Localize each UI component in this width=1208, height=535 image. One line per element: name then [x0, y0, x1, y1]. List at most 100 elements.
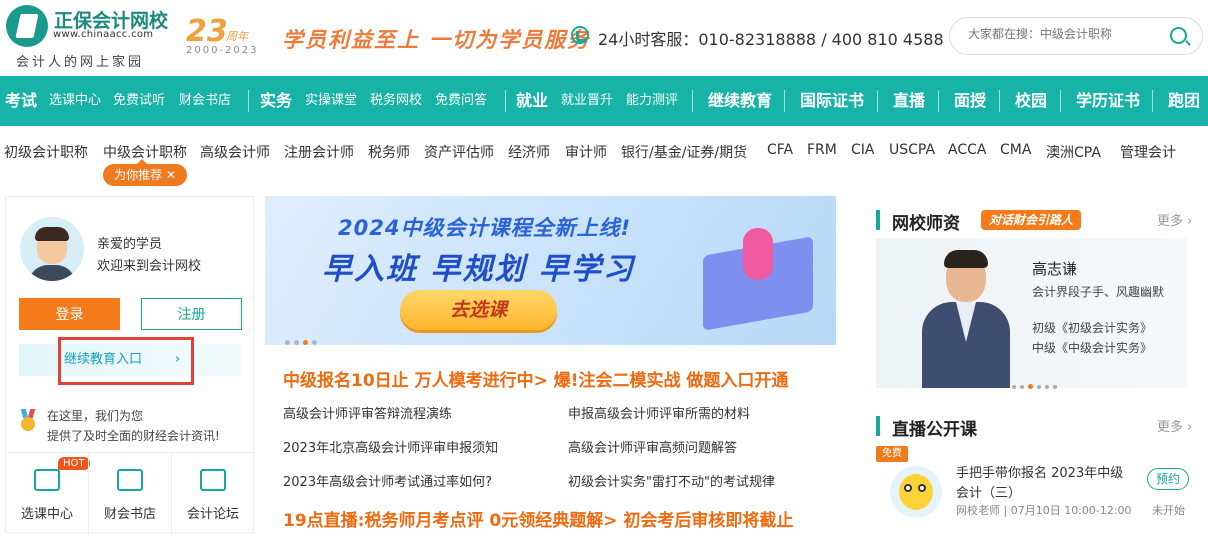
chat-icon [200, 469, 226, 491]
nav-item[interactable]: 学历证书 [1076, 76, 1140, 126]
nav-item[interactable]: 跑团 [1168, 76, 1200, 126]
recommend-tag[interactable]: 为你推荐 ✕ [103, 159, 187, 186]
search-box[interactable] [949, 17, 1203, 55]
nav-item[interactable]: 校园 [1015, 76, 1047, 126]
choose-course-button[interactable]: 去选课 [400, 290, 557, 330]
news-item[interactable]: 2023年高级会计师考试通过率如何? [283, 471, 492, 490]
carousel-dots[interactable] [285, 330, 321, 345]
subnav-item[interactable]: USCPA [889, 142, 935, 158]
phone-icon [571, 26, 589, 44]
news-headline[interactable]: 19点直播:税务师月考点评 0元领经典题解> 初会考后审核即将截止 [283, 506, 793, 531]
subnav-item[interactable]: CIA [851, 142, 874, 158]
nav-item[interactable]: 能力测评 [626, 76, 678, 126]
search-icon[interactable] [1170, 27, 1187, 44]
nav-item[interactable]: 继续教育 [708, 76, 772, 126]
subnav-item[interactable]: 澳洲CPA [1046, 142, 1101, 162]
subnav-item[interactable]: FRM [807, 142, 837, 158]
subnav-item[interactable]: 高级会计师 [200, 142, 270, 162]
news-item[interactable]: 申报高级会计师评审所需的材料 [568, 403, 750, 422]
live-course-title[interactable]: 手把手带你报名 2023年中级 [956, 462, 1123, 481]
nav-item[interactable]: 就业晋升 [561, 76, 613, 126]
nav-item[interactable]: 考试 [5, 76, 37, 126]
quick-link-label: 会计论坛 [186, 507, 239, 522]
live-more-link[interactable]: 更多 › [1157, 416, 1192, 435]
logo-slogan: 会计人的网上家园 [16, 55, 145, 70]
greeting: 亲爱的学员 [97, 237, 163, 252]
nav-item[interactable]: 免费试听 [113, 76, 165, 126]
teachers-more-link[interactable]: 更多 › [1157, 210, 1192, 229]
nav-divider [938, 90, 939, 112]
login-button[interactable]: 登录 [19, 298, 120, 330]
logo-url[interactable]: www.chinaacc.com [53, 29, 153, 40]
nav-divider [1060, 90, 1061, 112]
news-headline[interactable]: 中级报名10日止 万人模考进行中> 爆!注会二模实战 做题入口开通 [283, 366, 788, 391]
nav-item[interactable]: 实务 [260, 76, 292, 126]
live-title: 直播公开课 [892, 420, 977, 440]
main-nav: 考试 选课中心 免费试听 财会书店 实务 实操课堂 税务网校 免费问答 就业 就业晋升 能力测评 继续… [0, 76, 1208, 126]
carousel-dots[interactable] [1012, 374, 1061, 393]
medal-icon [19, 409, 37, 433]
nav-item[interactable]: 就业 [516, 76, 548, 126]
anniversary-number: 23 [186, 14, 228, 49]
welcome-text: 欢迎来到会计网校 [97, 259, 202, 274]
teacher-name: 高志谦 [1032, 260, 1078, 278]
nav-divider [505, 90, 506, 112]
news-item[interactable]: 高级会计师评审高频问题解答 [568, 437, 737, 456]
subnav-item[interactable]: 注册会计师 [284, 142, 354, 162]
news-item[interactable]: 高级会计师评审答辩流程演练 [283, 403, 452, 422]
quick-link-forum[interactable]: 会计论坛 [172, 453, 254, 535]
subnav-item[interactable]: 管理会计 [1120, 142, 1176, 162]
news-item[interactable]: 2023年北京高级会计师评审申报须知 [283, 437, 498, 456]
nav-item[interactable]: 面授 [954, 76, 986, 126]
teachers-tag: 对话财会引路人 [981, 210, 1082, 230]
search-input[interactable] [968, 27, 1148, 41]
logo-icon[interactable] [6, 5, 48, 47]
quick-link-bookstore[interactable]: 财会书店 [89, 453, 171, 535]
teacher-course: 初级《初级会计实务》 [1032, 321, 1153, 335]
banner-title: 2024中级会计课程全新上线! [338, 216, 632, 240]
promo-banner[interactable]: 2024中级会计课程全新上线! 早入班 早规划 早学习 去选课 [265, 196, 836, 345]
hot-badge: HOT [58, 457, 90, 470]
subnav-item[interactable]: 经济师 [508, 142, 550, 162]
avatar [20, 217, 84, 281]
quick-link-label: 财会书店 [103, 507, 156, 522]
monitor-icon [34, 469, 60, 491]
nav-divider [248, 90, 249, 112]
teacher-photo [916, 248, 1016, 388]
subnav-item[interactable]: CFA [767, 142, 793, 158]
subnav-item[interactable]: 审计师 [565, 142, 607, 162]
subnav-item[interactable]: 初级会计职称 [4, 142, 88, 162]
subnav-item[interactable]: ACCA [948, 142, 986, 158]
nav-item[interactable]: 免费问答 [435, 76, 487, 126]
continuing-edu-highlight-box [58, 337, 194, 385]
anniversary-suffix: 周年 [226, 30, 248, 43]
banner-illustration [695, 226, 825, 331]
reserve-button[interactable]: 预约 [1147, 468, 1189, 490]
right-sidebar: 网校师资 对话财会引路人 更多 › 高志谦 会计界段子手、风趣幽默 初级《初级会… [876, 196, 1208, 533]
quick-link-label: 选课中心 [20, 507, 73, 522]
quick-link-course-center[interactable]: HOT 选课中心 [6, 453, 90, 535]
nav-item[interactable]: 国际证书 [800, 76, 864, 126]
register-button[interactable]: 注册 [141, 298, 242, 330]
subnav-item[interactable]: 资产评估师 [424, 142, 494, 162]
book-icon [117, 469, 143, 491]
teacher-desc: 会计界段子手、风趣幽默 [1032, 285, 1165, 299]
news-item[interactable]: 初级会计实务"雷打不动"的考试规律 [568, 471, 775, 490]
subnav-item[interactable]: 税务师 [368, 142, 410, 162]
nav-item[interactable]: 直播 [893, 76, 925, 126]
live-course-meta: 网校老师 | 07月10日 10:00-12:00 [956, 504, 1132, 517]
nav-item[interactable]: 财会书店 [179, 76, 231, 126]
teacher-card[interactable]: 高志谦 会计界段子手、风趣幽默 初级《初级会计实务》 中级《中级会计实务》 [876, 238, 1187, 389]
nav-item[interactable]: 税务网校 [370, 76, 422, 126]
site-header: 正保会计网校 www.chinaacc.com 会计人的网上家园 23 周年 2… [0, 0, 1208, 76]
motto-slogan: 学员利益至上 一切为学员服务 [282, 28, 591, 52]
nav-item[interactable]: 实操课堂 [305, 76, 357, 126]
live-course-title[interactable]: 会计（三） [956, 482, 1021, 501]
anniversary-years: 2000-2023 [186, 45, 259, 56]
nav-divider [877, 90, 878, 112]
nav-item[interactable]: 选课中心 [49, 76, 101, 126]
nav-divider [784, 90, 785, 112]
teacher-course: 中级《中级会计实务》 [1032, 341, 1153, 355]
subnav-item[interactable]: 银行/基金/证券/期货 [621, 142, 747, 162]
subnav-item[interactable]: CMA [1000, 142, 1031, 158]
